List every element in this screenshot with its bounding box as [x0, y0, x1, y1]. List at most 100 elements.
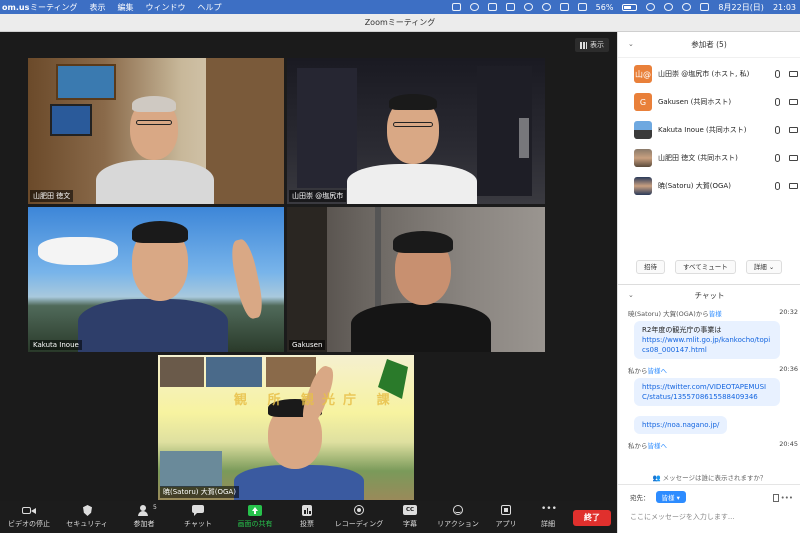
menu-help[interactable]: ヘルプ	[198, 2, 222, 13]
avatar: 山@	[634, 65, 652, 83]
security-button[interactable]: セキュリティ	[58, 501, 116, 533]
chat-visibility-hint[interactable]: 👥 メッセージは誰に表示されますか？	[618, 472, 800, 482]
captions-button[interactable]: CC 字幕	[390, 501, 430, 533]
message-sender: 私から	[628, 442, 648, 450]
participants-label: 参加者	[133, 520, 155, 528]
camera-icon[interactable]	[789, 71, 798, 77]
participant-list: 山@ 山田崇 @塩尻市 (ホスト, 私) G Gakusen (共同ホスト) K…	[618, 58, 800, 200]
participant-count: 5	[153, 504, 157, 511]
participant-row[interactable]: 山肥田 徳文 (共同ホスト)	[634, 144, 800, 172]
clock-icon[interactable]	[523, 3, 533, 11]
cc-badge: CC	[403, 505, 417, 515]
microphone-icon[interactable]	[775, 182, 780, 190]
invite-button[interactable]: 招待	[636, 260, 665, 274]
bluetooth-icon[interactable]	[559, 3, 569, 11]
message-time: 20:32	[779, 308, 798, 316]
microphone-icon[interactable]	[775, 98, 780, 106]
search-icon[interactable]	[682, 3, 692, 11]
record-button[interactable]: レコーディング	[328, 501, 390, 533]
screen: om.us ミーティング 表示 編集 ウィンドウ ヘルプ 56% 8月22日(日…	[0, 0, 800, 533]
share-screen-button[interactable]: 画面の共有	[224, 501, 286, 533]
reaction-label: リアクション	[437, 520, 479, 528]
message-recipient[interactable]: 皆様	[709, 310, 722, 318]
battery-icon[interactable]	[622, 3, 638, 11]
dropbox-icon[interactable]	[505, 3, 515, 11]
chat-button[interactable]: チャット	[172, 501, 224, 533]
participants-icon: 5	[137, 504, 157, 516]
cc-icon: CC	[403, 505, 417, 516]
menu-meeting[interactable]: ミーティング	[30, 2, 78, 13]
record-status-icon[interactable]	[469, 3, 479, 11]
video-tile-5[interactable]: 観 所 観光庁 課 暁(Satoru) 大賀(OGA)	[158, 355, 414, 500]
more-options-icon[interactable]: •••	[781, 494, 793, 502]
video-tile-2[interactable]: 山田崇 @塩尻市	[287, 58, 545, 204]
view-button[interactable]: 表示	[575, 38, 609, 52]
message-meta: 私から皆様へ 20:45	[628, 440, 798, 450]
message-link[interactable]: https://noa.nagano.jp/	[642, 420, 719, 430]
participant-row-name: Gakusen (共同ホスト)	[658, 98, 732, 106]
more-button[interactable]: ••• 詳細	[526, 501, 570, 533]
text-input-icon[interactable]	[577, 3, 587, 11]
camera-icon[interactable]	[789, 183, 798, 189]
user-icon[interactable]	[664, 3, 674, 11]
message-time: 20:36	[779, 365, 798, 373]
microphone-icon[interactable]	[775, 70, 780, 78]
chevron-down-icon[interactable]: ⌄	[628, 40, 634, 48]
participant-row[interactable]: G Gakusen (共同ホスト)	[634, 88, 800, 116]
participant-row-name: Kakuta Inoue (共同ホスト)	[658, 126, 747, 134]
video-tile-4[interactable]: Gakusen	[287, 207, 545, 352]
control-center-icon[interactable]	[700, 3, 710, 11]
video-camera-icon	[22, 505, 36, 516]
apps-icon	[499, 505, 513, 516]
more-label: 詳細	[541, 520, 555, 528]
camera-icon[interactable]	[789, 99, 798, 105]
participant-actions: 招待 すべてミュート 詳細 ⌄	[636, 260, 783, 274]
message-recipient[interactable]: 皆様へ	[648, 442, 668, 450]
app-name[interactable]: om.us	[0, 3, 29, 12]
wifi-status-icon[interactable]	[541, 3, 551, 11]
menu-window[interactable]: ウィンドウ	[146, 2, 186, 13]
video-tile-3[interactable]: Kakuta Inoue	[28, 207, 284, 352]
microphone-icon[interactable]	[775, 154, 780, 162]
captions-label: 字幕	[403, 520, 417, 528]
poll-button[interactable]: 投票	[286, 501, 328, 533]
participant-row[interactable]: 暁(Satoru) 大賀(OGA)	[634, 172, 800, 200]
chat-message: https://twitter.com/VIDEOTAPEMUSIC/statu…	[634, 378, 780, 406]
menu-edit[interactable]: 編集	[118, 2, 134, 13]
participants-button[interactable]: 5 参加者	[116, 501, 172, 533]
message-link[interactable]: https://www.mlit.go.jp/kankocho/topics08…	[642, 335, 772, 355]
chevron-down-icon[interactable]: ⌄	[628, 291, 634, 299]
message-recipient[interactable]: 皆様へ	[648, 367, 668, 375]
recipient-value: 皆様	[661, 494, 675, 502]
menubar: om.us ミーティング 表示 編集 ウィンドウ ヘルプ 56% 8月22日(日…	[0, 0, 800, 14]
battery-percent: 56%	[595, 2, 614, 12]
menu-view[interactable]: 表示	[90, 2, 106, 13]
to-label: 宛先：	[630, 494, 650, 502]
menu-items: ミーティング 表示 編集 ウィンドウ ヘルプ	[30, 2, 222, 13]
zoom-status-icon[interactable]	[451, 3, 461, 11]
avatar: G	[634, 93, 652, 111]
reaction-button[interactable]: リアクション	[430, 501, 486, 533]
video-stop-button[interactable]: ビデオの停止	[0, 501, 58, 533]
mute-all-button[interactable]: すべてミュート	[675, 260, 736, 274]
chat-title: チャット	[694, 291, 725, 300]
apps-button[interactable]: アプリ	[486, 501, 526, 533]
message-link[interactable]: https://twitter.com/VIDEOTAPEMUSIC/statu…	[642, 382, 772, 402]
wifi-icon[interactable]	[646, 3, 656, 11]
people-icon: 👥	[652, 474, 663, 482]
record-icon	[352, 505, 366, 516]
avatar	[634, 121, 652, 139]
file-icon[interactable]	[773, 494, 779, 502]
participant-row[interactable]: Kakuta Inoue (共同ホスト)	[634, 116, 800, 144]
video-tile-1[interactable]: 山肥田 徳文	[28, 58, 284, 204]
participant-name: 山田崇 @塩尻市	[289, 190, 347, 202]
end-meeting-button[interactable]: 終了	[573, 510, 611, 526]
camera-icon[interactable]	[789, 155, 798, 161]
drive-icon[interactable]	[487, 3, 497, 11]
microphone-icon[interactable]	[775, 126, 780, 134]
participants-more-button[interactable]: 詳細 ⌄	[745, 260, 783, 274]
participant-row[interactable]: 山@ 山田崇 @塩尻市 (ホスト, 私)	[634, 60, 800, 88]
recipient-select[interactable]: 皆様 ▾	[655, 491, 686, 503]
camera-icon[interactable]	[789, 127, 798, 133]
chat-input[interactable]: ここにメッセージを入力します...	[630, 512, 800, 522]
